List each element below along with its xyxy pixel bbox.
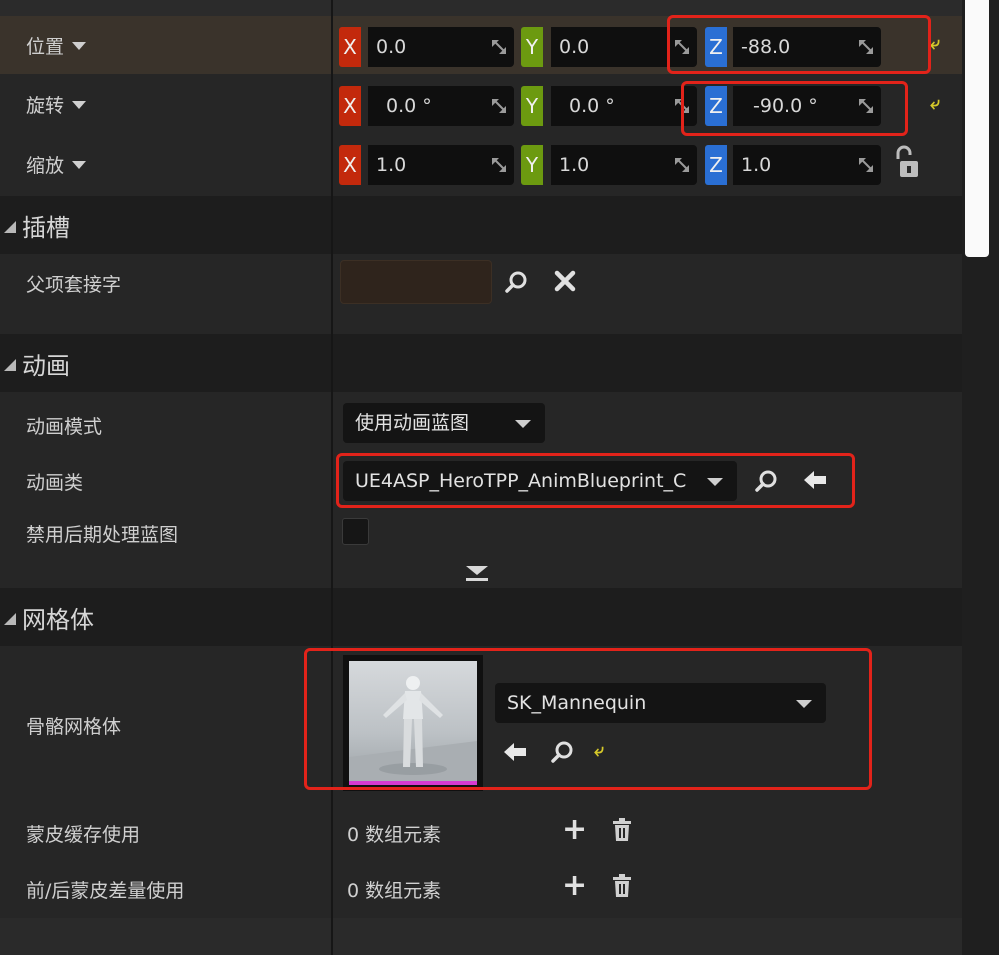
unlock-icon[interactable] xyxy=(894,145,918,179)
anim-mode-dropdown[interactable]: 使用动画蓝图 xyxy=(343,403,545,443)
parent-socket-field[interactable] xyxy=(340,260,492,304)
advanced-expander-row xyxy=(0,558,980,588)
location-x-field[interactable]: 0.0 xyxy=(368,27,514,67)
parent-socket-label: 父项套接字 xyxy=(26,274,122,296)
annotation-box-location-z xyxy=(667,15,931,74)
chevron-down-icon xyxy=(72,42,87,50)
axis-z-badge: Z xyxy=(705,145,727,185)
location-label[interactable]: 位置 xyxy=(26,32,87,59)
anim-mode-label: 动画模式 xyxy=(26,416,103,438)
morph-row: 前/后蒙皮差量使用 xyxy=(0,860,980,918)
column-divider[interactable] xyxy=(331,0,333,955)
skin-cache-row: 蒙皮缓存使用 xyxy=(0,802,980,860)
search-icon[interactable] xyxy=(504,270,528,294)
scale-y-field[interactable]: 1.0 xyxy=(551,145,697,185)
reset-arrow-icon[interactable]: ⤶ xyxy=(930,93,940,114)
scrollbar-thumb[interactable] xyxy=(965,0,989,257)
category-animation[interactable]: 动画 xyxy=(0,334,980,392)
category-sockets[interactable]: 插槽 xyxy=(0,196,980,254)
collapse-triangle-icon xyxy=(4,221,16,233)
morph-count: 0 数组元素 xyxy=(347,880,442,902)
skin-cache-count: 0 数组元素 xyxy=(347,824,442,846)
details-panel: 位置 旋转 缩放 插槽 父项套接字 动画 动画模式 动画类 禁用后期处理蓝图 网… xyxy=(0,0,999,955)
disable-postprocess-row: 禁用后期处理蓝图 xyxy=(0,506,980,558)
disable-postprocess-checkbox[interactable] xyxy=(342,518,369,545)
anim-class-label: 动画类 xyxy=(26,472,84,494)
scale-label[interactable]: 缩放 xyxy=(26,151,87,178)
category-mesh[interactable]: 网格体 xyxy=(0,588,980,646)
clear-x-icon[interactable] xyxy=(554,270,576,292)
expand-advanced-bar xyxy=(466,578,488,581)
category-title: 网格体 xyxy=(22,606,94,634)
axis-x-badge: X xyxy=(339,27,361,67)
axis-x-badge: X xyxy=(339,145,361,185)
annotation-box-skeletal-mesh xyxy=(304,648,872,790)
add-element-icon[interactable]: + xyxy=(562,871,587,901)
axis-y-badge: Y xyxy=(521,27,543,67)
chevron-down-icon xyxy=(515,420,531,428)
resize-icon xyxy=(675,158,689,172)
top-strip xyxy=(0,0,980,16)
resize-icon xyxy=(492,99,506,113)
disable-postprocess-label: 禁用后期处理蓝图 xyxy=(26,524,179,546)
chevron-down-icon xyxy=(72,101,87,109)
collapse-triangle-icon xyxy=(4,359,16,371)
add-element-icon[interactable]: + xyxy=(562,815,587,845)
trash-icon[interactable] xyxy=(612,818,632,842)
rotation-y-field[interactable]: 0.0 ° xyxy=(551,86,697,126)
annotation-box-rotation-z xyxy=(681,81,908,136)
axis-x-badge: X xyxy=(339,86,361,126)
annotation-box-anim-class xyxy=(336,453,855,508)
axis-y-badge: Y xyxy=(521,145,543,185)
scale-x-field[interactable]: 1.0 xyxy=(368,145,514,185)
resize-icon xyxy=(492,158,506,172)
axis-y-badge: Y xyxy=(521,86,543,126)
bottom-row xyxy=(0,918,980,955)
morph-label: 前/后蒙皮差量使用 xyxy=(26,880,185,902)
resize-icon xyxy=(492,40,506,54)
skeletal-mesh-label: 骨骼网格体 xyxy=(26,716,122,738)
chevron-down-icon xyxy=(72,161,87,169)
skin-cache-label: 蒙皮缓存使用 xyxy=(26,824,141,846)
rotation-x-field[interactable]: 0.0 ° xyxy=(368,86,514,126)
trash-icon[interactable] xyxy=(612,874,632,898)
reset-arrow-icon[interactable]: ⤶ xyxy=(930,33,940,54)
resize-icon xyxy=(859,158,873,172)
rotation-label[interactable]: 旋转 xyxy=(26,91,87,118)
expand-advanced-icon[interactable] xyxy=(466,566,488,575)
category-title: 插槽 xyxy=(22,214,70,242)
category-title: 动画 xyxy=(22,352,70,380)
collapse-triangle-icon xyxy=(4,613,16,625)
scale-z-field[interactable]: 1.0 xyxy=(733,145,881,185)
